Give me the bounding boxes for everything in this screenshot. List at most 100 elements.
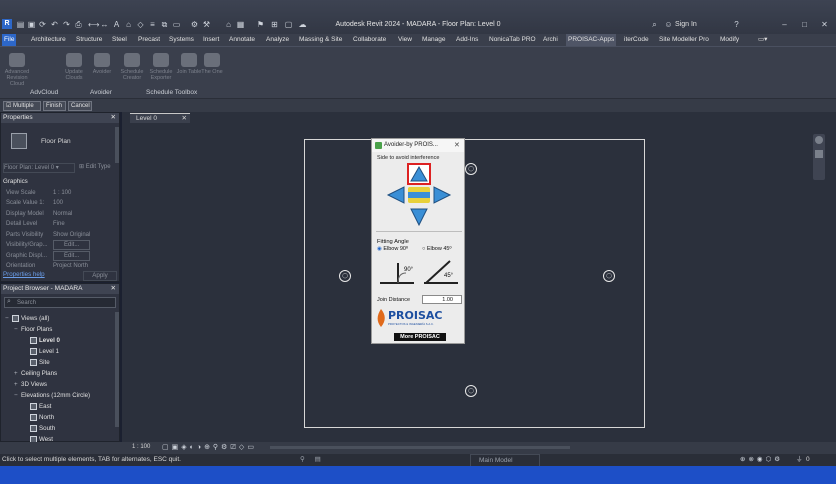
browser-item-label: Ceiling Plans <box>21 370 58 377</box>
arrow-down-button[interactable] <box>409 207 429 227</box>
tab-structure[interactable]: Structure <box>74 34 104 46</box>
close-icon[interactable]: ✕ <box>111 113 116 123</box>
tab-insert[interactable]: Insert <box>201 34 221 46</box>
tab-view[interactable]: View <box>396 34 414 46</box>
update-clouds-button[interactable]: Update Clouds <box>60 51 88 91</box>
elevation-marker-west[interactable]: ◯ <box>339 270 351 282</box>
status-icons[interactable]: ⚲ ▤ <box>300 454 325 466</box>
zoom-icon[interactable] <box>815 150 823 158</box>
filter-icon[interactable]: ⏚ <box>796 454 803 466</box>
floor-plan-icon <box>11 133 27 149</box>
minimize-icon[interactable]: – <box>780 20 789 29</box>
edit-type-button[interactable]: ⊞ Edit Type <box>79 163 111 170</box>
advanced-revision-cloud-button[interactable]: Advanced Revision Cloud <box>3 51 31 91</box>
tab-add-ins[interactable]: Add-Ins <box>454 34 480 46</box>
browser-tree-item[interactable]: South <box>5 424 113 435</box>
view-icon <box>12 314 19 322</box>
cloud-icon <box>9 53 25 67</box>
tab-architecture[interactable]: Architecture <box>29 34 68 46</box>
ribbon-toggle-icon[interactable]: ▭▾ <box>756 34 769 46</box>
sign-in-link[interactable]: Sign In <box>675 21 697 28</box>
close-icon[interactable]: ✕ <box>111 284 116 294</box>
multiple-checkbox[interactable]: ☑ Multiple <box>3 101 41 111</box>
properties-help-link[interactable]: Properties help <box>3 271 45 278</box>
type-selector[interactable]: Floor Plan: Level 0 ▾ <box>3 163 75 173</box>
account-icon[interactable]: ☺ <box>664 20 673 29</box>
arrow-up-button[interactable] <box>409 165 429 183</box>
pipe-crossing-icon <box>408 187 430 203</box>
browser-tree-item[interactable]: − Views (all) <box>5 314 113 325</box>
arrow-left-button[interactable] <box>386 185 406 205</box>
view-icon <box>30 424 37 432</box>
close-icon[interactable]: ✕ <box>820 20 829 29</box>
scrollbar[interactable] <box>115 312 119 427</box>
browser-tree-item[interactable]: + Ceiling Plans <box>5 369 113 380</box>
tab-collaborate[interactable]: Collaborate <box>351 34 388 46</box>
crop-region[interactable] <box>304 139 645 428</box>
arrow-right-button[interactable] <box>432 185 452 205</box>
help-icon[interactable]: ? <box>732 20 741 29</box>
avoider-dialog: Avoider-by PROIS... ✕ Side to avoid inte… <box>371 138 465 344</box>
elevation-marker-south[interactable]: ◯ <box>465 385 477 397</box>
tab-massing-site[interactable]: Massing & Site <box>297 34 344 46</box>
expand-icon: + <box>14 370 18 377</box>
browser-tree-item[interactable]: Site <box>5 358 113 369</box>
collapse-icon: − <box>5 315 9 322</box>
the-one-button[interactable]: The One <box>198 51 226 91</box>
browser-tree-item[interactable]: − Floor Plans <box>5 325 113 336</box>
tab-nonicatab-pro[interactable]: NonicaTab PRO <box>487 34 538 46</box>
search-icon: ⌕ <box>7 298 11 305</box>
search-icon[interactable]: ⌕ <box>650 20 659 29</box>
prop-row[interactable]: Visibility/Grap... Edit... <box>3 240 117 250</box>
avoider-button[interactable]: Avoider <box>88 51 116 91</box>
close-icon[interactable]: ✕ <box>182 114 187 123</box>
more-proisac-button[interactable]: More PROISAC <box>394 333 446 341</box>
join-distance-input[interactable]: 1.00 <box>422 295 462 304</box>
horizontal-scrollbar[interactable] <box>270 446 570 449</box>
tab-precast[interactable]: Precast <box>136 34 162 46</box>
view-control-icons[interactable]: ▢▣◈◐◑⊕⚲⚙⎚◇▭ <box>162 443 257 452</box>
prop-row: Orientation Project North <box>6 263 89 269</box>
apply-button[interactable]: Apply <box>83 271 117 281</box>
steering-wheel-icon[interactable] <box>815 136 823 144</box>
finish-button[interactable]: Finish <box>43 101 66 111</box>
tab-proisac-apps[interactable]: PROISAC-Apps <box>566 34 617 46</box>
schedule-creator-button[interactable]: Schedule Creator <box>118 51 146 91</box>
ribbon-tabs: File Architecture Structure Steel Precas… <box>0 34 836 46</box>
cancel-button[interactable]: Cancel <box>68 101 92 111</box>
collapse-icon: − <box>14 326 18 333</box>
browser-search-input[interactable]: Search <box>4 297 116 308</box>
elbow90-radio[interactable]: ◉ Elbow 90º <box>377 246 408 252</box>
browser-item-label: South <box>39 425 56 432</box>
tab-site-modeller-pro[interactable]: Site Modeller Pro <box>657 34 711 46</box>
tab-steel[interactable]: Steel <box>110 34 129 46</box>
schedule-exporter-button[interactable]: Schedule Exporter <box>147 51 175 91</box>
maximize-icon[interactable]: □ <box>800 20 809 29</box>
selection-icons[interactable]: ⊕⊗◉⬡⚙ <box>740 454 783 466</box>
dialog-close-icon[interactable]: ✕ <box>454 141 460 149</box>
elevation-marker-north[interactable]: ◯ <box>465 163 477 175</box>
browser-tree-item[interactable]: − Elevations (12mm Circle) <box>5 391 113 402</box>
tab-level-0[interactable]: Level 0 ✕ <box>130 113 190 123</box>
tab-modify[interactable]: Modify <box>718 34 741 46</box>
tab-file[interactable]: File <box>2 34 17 46</box>
elevation-marker-east[interactable]: ◯ <box>603 270 615 282</box>
browser-tree-item[interactable]: North <box>5 413 113 424</box>
tab-annotate[interactable]: Annotate <box>227 34 257 46</box>
tab-itercode[interactable]: iterCode <box>622 34 651 46</box>
browser-tree-item[interactable]: Level 1 <box>5 347 113 358</box>
scale-label[interactable]: 1 : 100 <box>132 444 150 450</box>
browser-tree-item[interactable]: East <box>5 402 113 413</box>
tab-manage[interactable]: Manage <box>420 34 448 46</box>
tab-archi[interactable]: Archi <box>541 34 560 46</box>
tab-analyze[interactable]: Analyze <box>264 34 291 46</box>
tab-systems[interactable]: Systems <box>167 34 196 46</box>
prop-row[interactable]: Graphic Displ... Edit... <box>3 251 117 261</box>
browser-tree-item[interactable]: +3D Views <box>5 380 113 391</box>
elbow45-radio[interactable]: ○ Elbow 45º <box>422 246 452 252</box>
scrollbar[interactable] <box>115 127 119 163</box>
properties-panel: Properties ✕ Floor Plan Floor Plan: Level… <box>0 112 120 282</box>
browser-item-label: Level 0 <box>39 337 60 344</box>
view-icon <box>30 347 37 355</box>
browser-tree-item[interactable]: Level 0 <box>5 336 113 347</box>
